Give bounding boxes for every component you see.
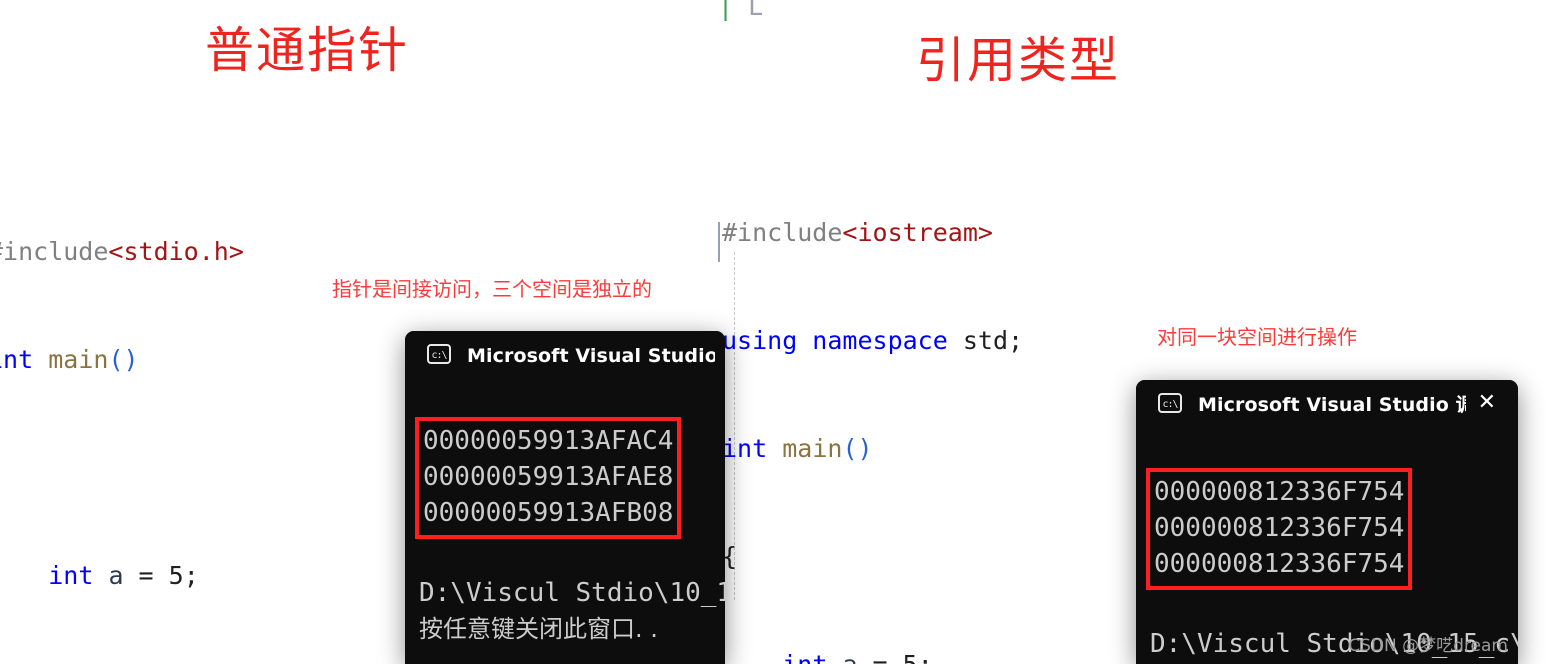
console-titlebar-right[interactable]: c:\ Microsoft Visual Studio 调试控 ✕ <box>1136 380 1518 426</box>
heading-ordinary-pointer: 普通指针 <box>205 22 410 79</box>
code-line: int a = 5; <box>48 561 199 590</box>
address-line: 00000059913AFAE8 <box>423 462 674 492</box>
address-highlight-box-left: 00000059913AFAC4 00000059913AFAE8 00000059… <box>415 417 682 539</box>
address-line: 000000812336F754 <box>1154 549 1405 579</box>
code-block-c: #include<stdio.h> int main() int a = 5; … <box>0 162 334 664</box>
code-fragment-top: | L <box>718 0 764 21</box>
close-icon[interactable]: ✕ <box>1466 392 1508 414</box>
console-prompt-left: 按任意键关闭此窗口. . <box>419 615 658 643</box>
console-window-right[interactable]: c:\ Microsoft Visual Studio 调试控 ✕ 000000… <box>1136 380 1518 664</box>
code-block-cpp: #include<iostream> using namespace std; … <box>722 143 1068 664</box>
code-line: int main() <box>0 345 139 374</box>
cmd-prompt-icon: c:\ <box>1158 393 1182 413</box>
address-line: 00000059913AFAC4 <box>423 426 674 456</box>
address-line: 00000059913AFB08 <box>423 498 674 528</box>
address-highlight-box-right: 000000812336F754 000000812336F754 00000081… <box>1146 468 1413 590</box>
console-title-left: Microsoft Visual Studio 调试控 <box>467 344 715 367</box>
code-line: #include<iostream> <box>722 218 993 247</box>
console-window-left[interactable]: c:\ Microsoft Visual Studio 调试控 00000059… <box>405 331 725 664</box>
code-line: int a = 5; <box>722 647 1068 664</box>
code-scope-bar <box>718 222 720 262</box>
heading-reference-type: 引用类型 <box>916 32 1121 89</box>
code-line: int main() <box>722 434 873 463</box>
console-titlebar-left[interactable]: c:\ Microsoft Visual Studio 调试控 <box>405 331 725 377</box>
code-line: #include<stdio.h> <box>0 237 244 266</box>
address-line: 000000812336F754 <box>1154 513 1405 543</box>
code-line: { <box>722 542 738 571</box>
console-output-left: 00000059913AFAC4 00000059913AFAE8 00000059… <box>405 381 725 647</box>
watermark-csdn: CSDN @梦呓dream <box>1348 636 1508 656</box>
screenshot-root: | L 普通指针 引用类型 指针是间接访问，三个空间是独立的 对同一块空间进行操… <box>0 0 1554 664</box>
cmd-prompt-icon: c:\ <box>427 344 451 364</box>
annotation-same-memory-block: 对同一块空间进行操作 <box>1157 325 1357 349</box>
address-line: 000000812336F754 <box>1154 477 1405 507</box>
console-path-left: D:\Viscul Stdio\10_15_ <box>419 578 725 608</box>
console-title-right: Microsoft Visual Studio 调试控 <box>1198 393 1466 416</box>
annotation-pointer-indirect-access: 指针是间接访问，三个空间是独立的 <box>332 277 652 301</box>
code-line: using namespace std; <box>722 326 1024 355</box>
console-output-right: 000000812336F754 000000812336F754 00000081… <box>1136 432 1518 664</box>
